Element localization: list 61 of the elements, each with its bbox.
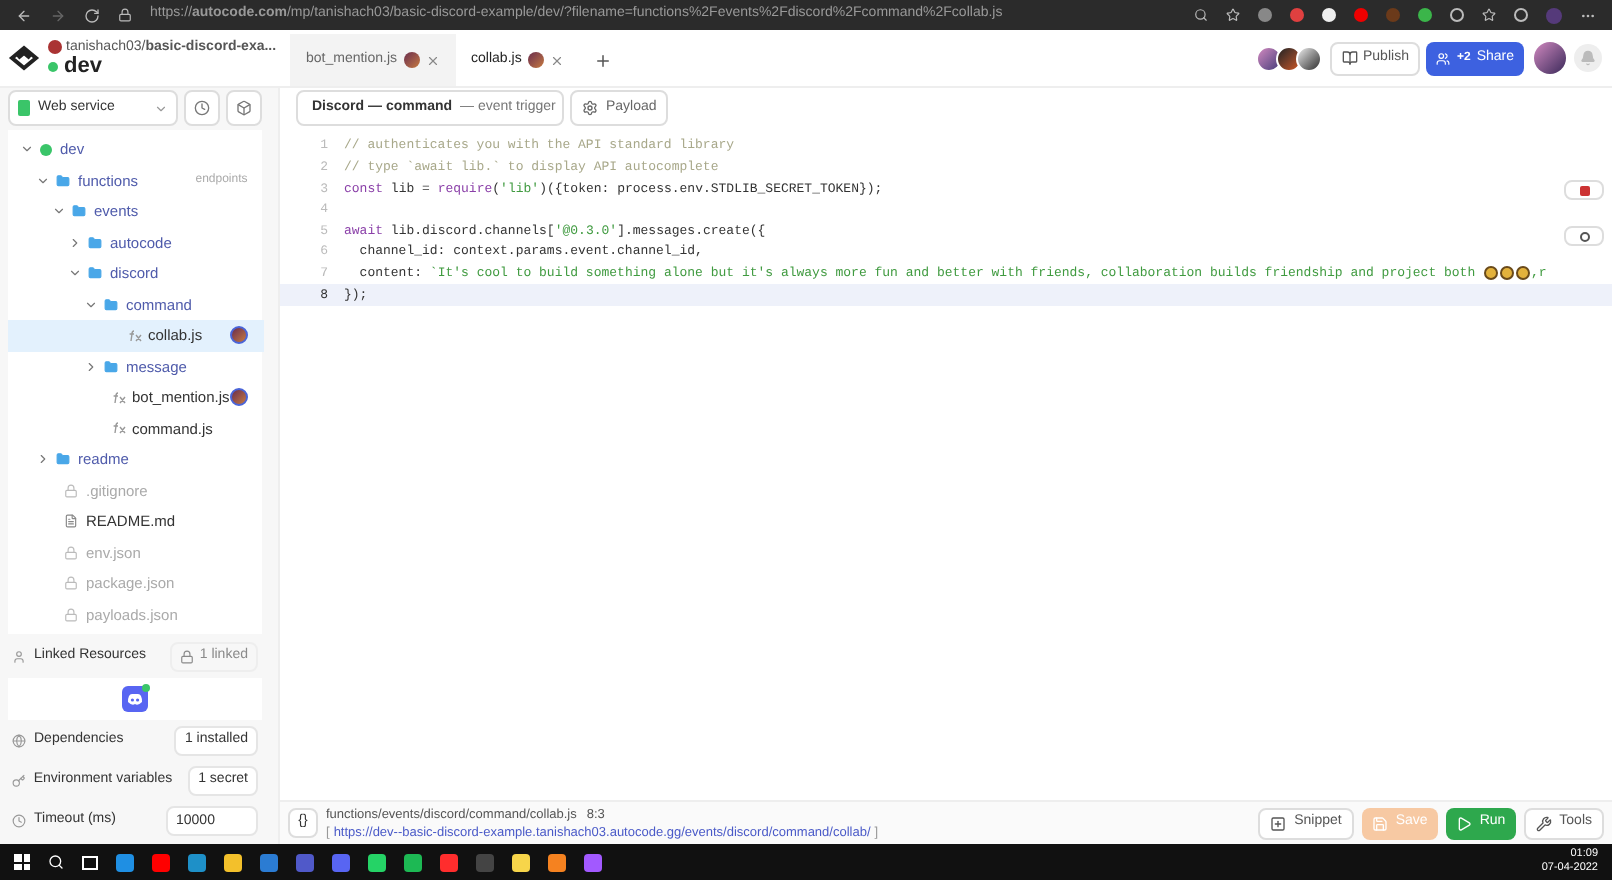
zoom-icon[interactable] — [1194, 8, 1208, 22]
folder-icon — [88, 235, 102, 250]
folder-icon — [88, 266, 102, 281]
extension-icon[interactable] — [1514, 8, 1528, 22]
lock-icon — [179, 649, 194, 663]
users-icon — [1436, 51, 1451, 65]
setting-icon — [12, 733, 26, 747]
favorites-icon[interactable] — [1482, 8, 1496, 22]
new-tab-icon[interactable] — [593, 51, 612, 69]
user-avatar[interactable] — [1534, 42, 1566, 74]
file-icon — [64, 514, 78, 529]
lock-icon — [64, 545, 78, 560]
user-avatar — [1255, 45, 1281, 71]
close-icon[interactable] — [425, 53, 440, 67]
favorite-icon[interactable] — [1226, 8, 1240, 22]
discord-icon — [122, 686, 148, 712]
environment-label: dev — [64, 55, 102, 77]
lock-icon — [64, 576, 78, 591]
service-icon — [18, 100, 30, 116]
refresh-icon[interactable] — [84, 7, 100, 23]
back-icon[interactable] — [16, 7, 32, 23]
collaborator-avatar — [403, 52, 420, 68]
settings-icon — [582, 100, 598, 116]
lock-icon — [118, 8, 132, 22]
extension-icon[interactable] — [1322, 8, 1336, 22]
clock-icon — [194, 100, 210, 116]
extension-icon[interactable] — [1450, 8, 1464, 22]
icon-button[interactable] — [184, 90, 220, 126]
snippet-icon — [1270, 815, 1287, 831]
function-icon — [112, 391, 126, 404]
resource-card[interactable] — [8, 678, 262, 720]
folder-icon — [72, 204, 86, 219]
close-icon[interactable] — [549, 53, 564, 67]
project-avatar — [48, 39, 62, 53]
book-icon — [1341, 50, 1357, 66]
collaborator-avatar — [527, 52, 544, 68]
folder-icon — [56, 173, 70, 188]
widget-icon[interactable] — [1564, 180, 1604, 200]
lock-icon — [64, 607, 78, 622]
folder-icon — [104, 297, 118, 312]
windows-logo-icon[interactable] — [14, 854, 30, 870]
user-avatar — [1295, 45, 1321, 71]
folder-icon — [56, 452, 70, 467]
run-icon — [1455, 815, 1472, 831]
icon-button[interactable] — [226, 90, 262, 126]
setting-icon — [12, 773, 26, 787]
user-icon — [12, 649, 26, 663]
lock-icon — [64, 483, 78, 498]
chevron-down-icon — [154, 101, 168, 115]
search-icon[interactable] — [48, 854, 64, 870]
function-icon — [128, 329, 142, 342]
save-icon — [1371, 815, 1388, 831]
logo-icon[interactable] — [8, 44, 40, 72]
function-icon — [112, 422, 126, 435]
package-icon — [236, 100, 252, 116]
folder-icon — [104, 359, 118, 374]
tools-icon — [1535, 815, 1552, 831]
task-view-icon[interactable] — [82, 855, 98, 869]
extension-icon[interactable] — [1418, 8, 1432, 22]
setting-icon — [12, 813, 26, 827]
widget-icon[interactable] — [1564, 226, 1604, 246]
